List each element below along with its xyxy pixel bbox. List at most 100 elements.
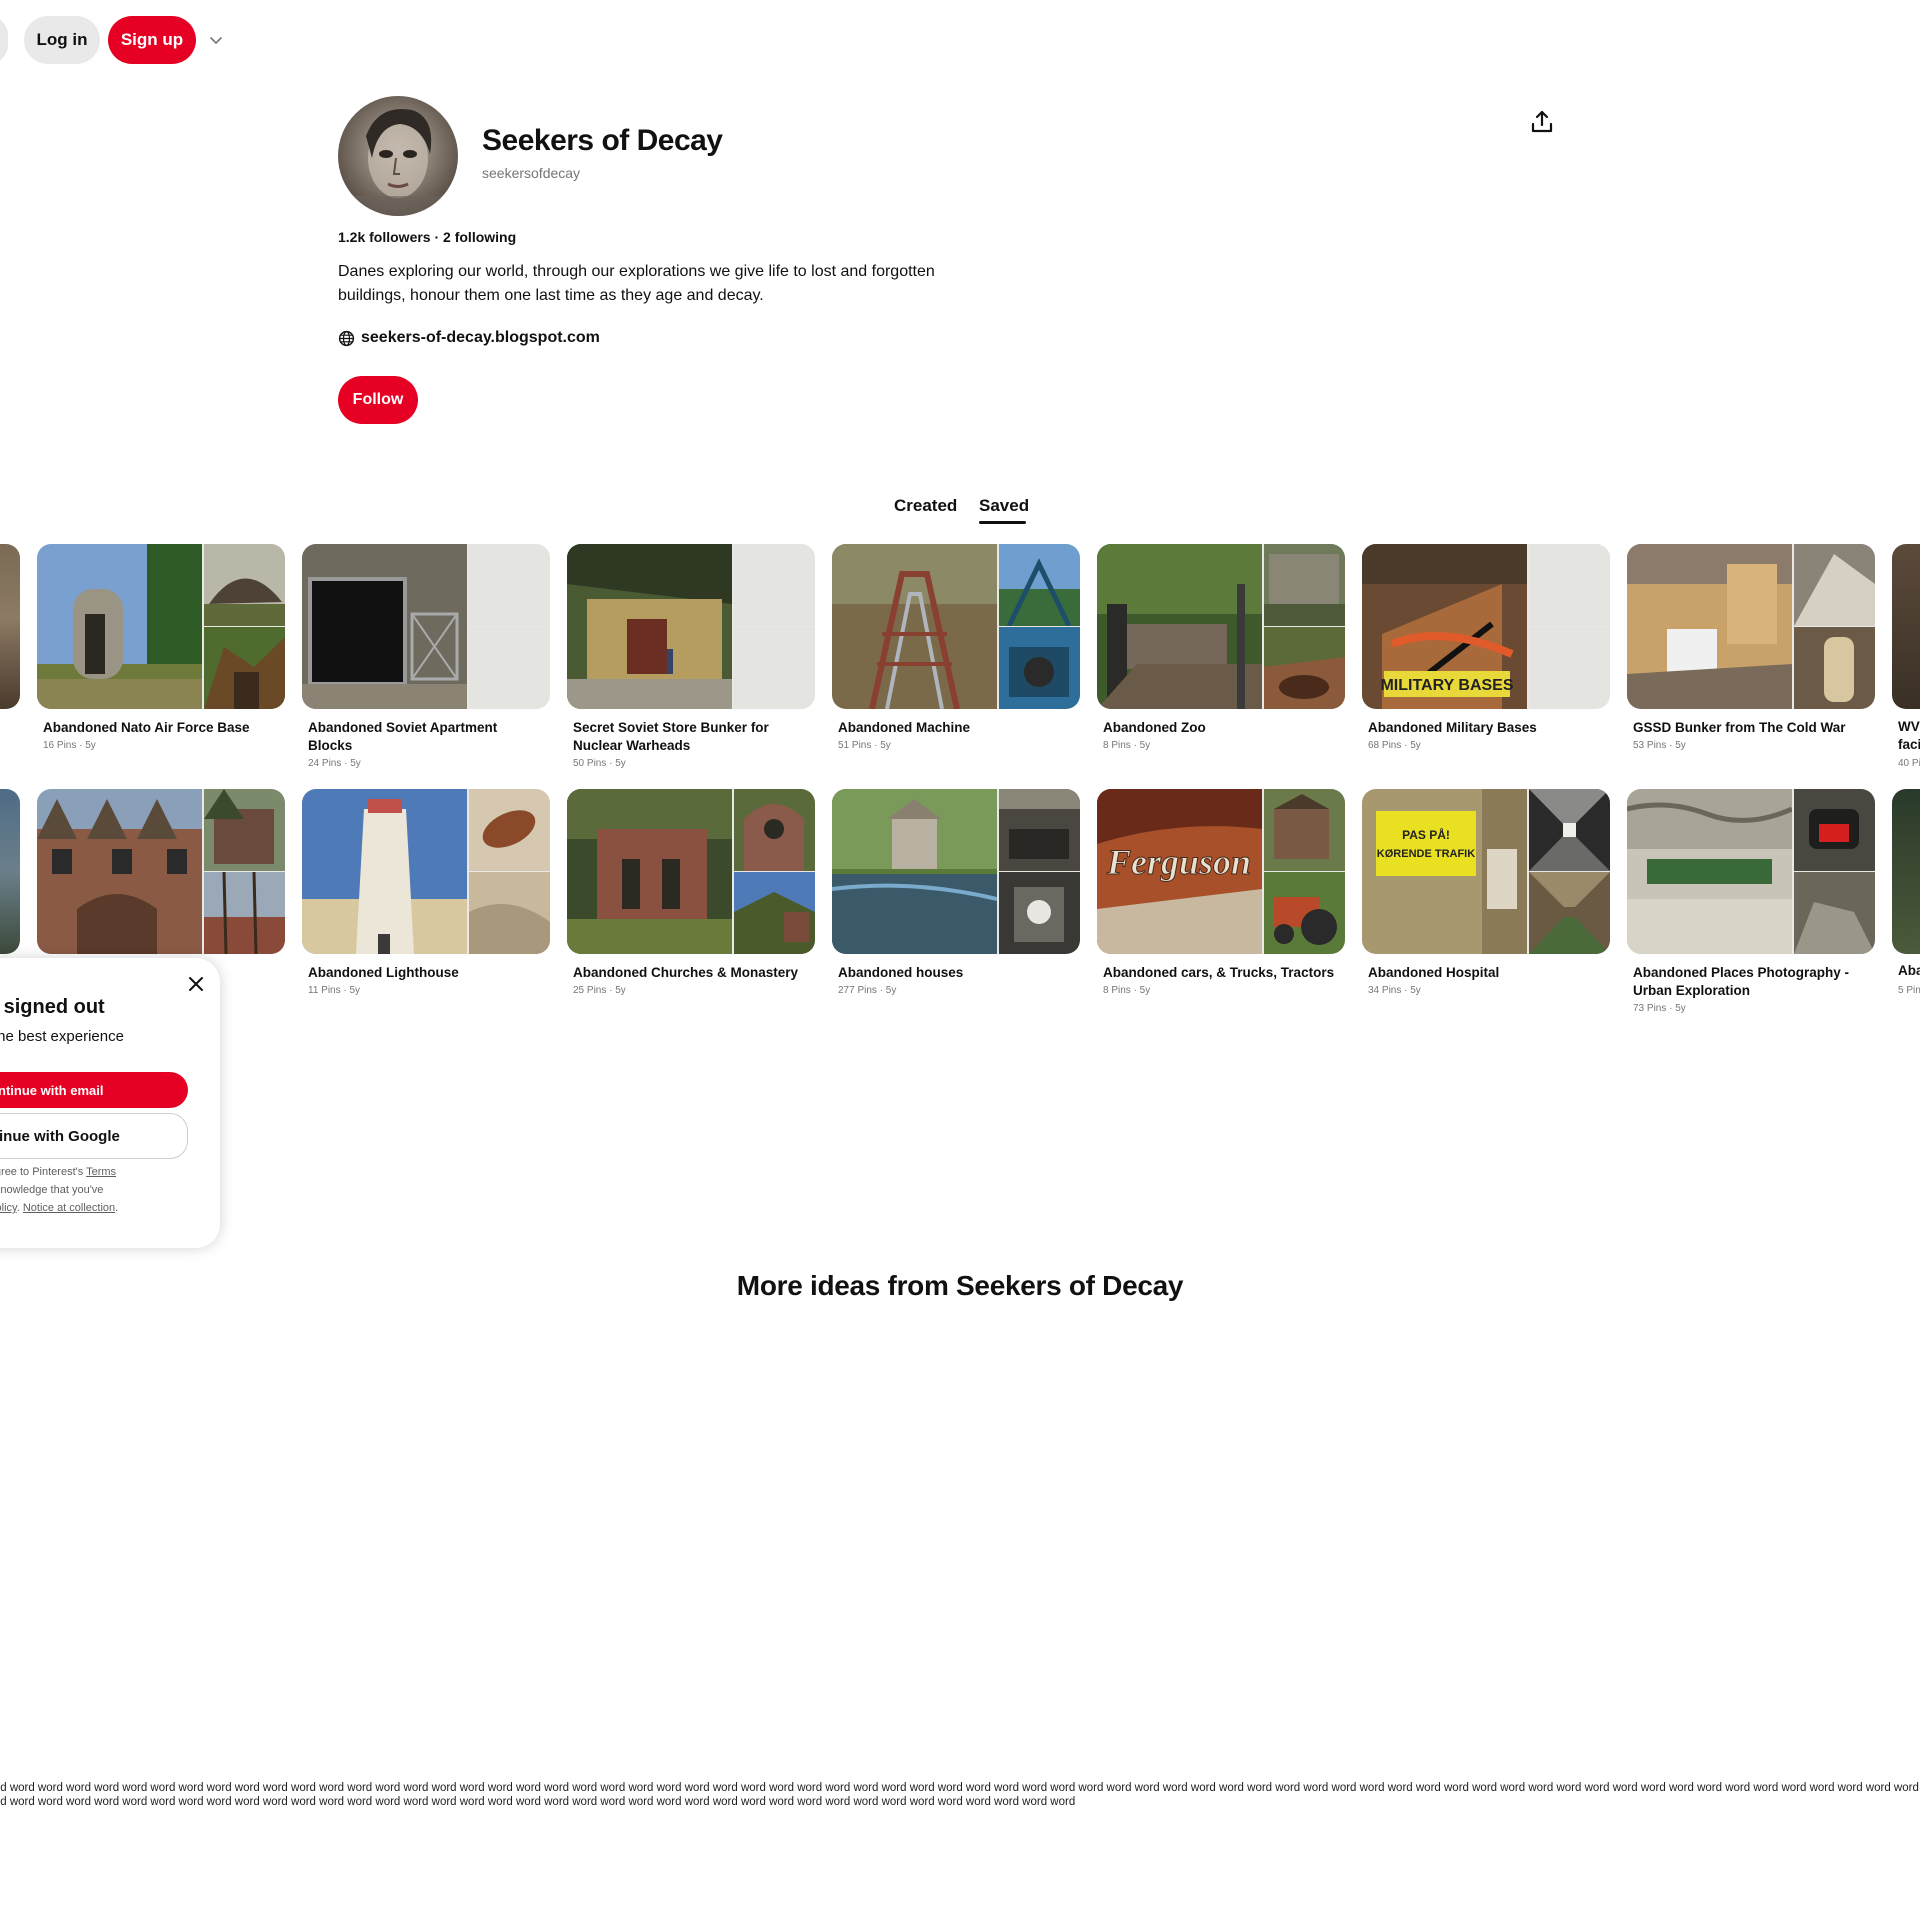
popup-subtitle: get the best experience [0, 1028, 124, 1045]
header-partial-button[interactable] [0, 16, 8, 64]
board-title: Abandoned Nato Air Force Base [43, 720, 250, 735]
continue-with-email-button[interactable]: ntinue with email [0, 1072, 188, 1108]
board-card[interactable]: Abandoned houses 277 Pins · 5y [832, 789, 1080, 996]
avatar [338, 96, 458, 216]
board-cover-main-image [302, 544, 467, 709]
board-card[interactable]: Abandoned Nato Air Force Base 16 Pins · … [37, 544, 285, 751]
continue-with-google-button[interactable]: inue with Google [0, 1113, 188, 1159]
board-card[interactable]: Abandoned Churches & Monastery 25 Pins ·… [567, 789, 815, 996]
board-cover-empty-slot [734, 627, 815, 709]
chevron-down-icon[interactable] [206, 30, 226, 50]
legal-text: you agree to Pinterest's [0, 1166, 84, 1178]
partial-board-left-row1[interactable] [0, 544, 20, 709]
board-title: Abandoned Soviet Apartment Blocks [308, 720, 498, 753]
board-cover-empty-slot [469, 627, 550, 709]
board-card[interactable] [37, 789, 285, 964]
board-card[interactable]: PAS PÅ! KØRENDE TRAFIK Abandoned Hospita… [1362, 789, 1610, 996]
privacy-policy-link[interactable]: acy Policy [0, 1202, 17, 1214]
board-card[interactable]: Abandoned Lighthouse 11 Pins · 5y [302, 789, 550, 996]
board-cover-side-image [469, 789, 550, 871]
board-cover-side-image [999, 544, 1080, 626]
board-meta: 68 Pins · 5y [1368, 740, 1421, 751]
board-card[interactable]: Ferguson Abandoned cars, & Trucks, Tract… [1097, 789, 1345, 996]
board-cover-side-image [1794, 544, 1875, 626]
board-cover-side-image [1794, 872, 1875, 954]
board-meta: 53 Pins · 5y [1633, 740, 1686, 751]
board-card[interactable]: Abandoned Soviet Apartment Blocks 24 Pin… [302, 544, 550, 769]
tab-active-indicator [979, 521, 1026, 524]
signup-button[interactable]: Sign up [108, 16, 196, 64]
board-cover-side-image [469, 872, 550, 954]
partial-board-meta: 40 Pi [1898, 758, 1920, 769]
board-cover-side-image [1264, 872, 1345, 954]
board-cover-side-image [999, 872, 1080, 954]
follower-stats[interactable]: 1.2k followers · 2 following [338, 229, 516, 245]
board-cover-side-image [734, 872, 815, 954]
board-meta: 50 Pins · 5y [573, 758, 626, 769]
close-icon[interactable] [186, 974, 206, 994]
military-sign-text: MILITARY BASES [1380, 677, 1513, 694]
board-cover-side-image [204, 627, 285, 709]
board-cover: MILITARY BASES [1362, 544, 1610, 709]
terms-link[interactable]: Terms [86, 1166, 116, 1178]
tab-saved[interactable]: Saved [979, 496, 1029, 516]
board-card[interactable]: Abandoned Places Photography - Urban Exp… [1627, 789, 1875, 1014]
board-cover [37, 544, 285, 709]
partial-board-left-row2[interactable] [0, 789, 20, 954]
board-title: Abandoned Churches & Monastery [573, 965, 799, 980]
board-cover [302, 789, 550, 954]
board-cover-side-image [1794, 627, 1875, 709]
board-cover-main-image: Ferguson [1097, 789, 1262, 954]
board-meta: 25 Pins · 5y [573, 985, 626, 996]
board-card[interactable]: Abandoned Zoo 8 Pins · 5y [1097, 544, 1345, 751]
board-cover-main-image [1097, 544, 1262, 709]
board-cover-empty-slot [1529, 627, 1610, 709]
board-cover: PAS PÅ! KØRENDE TRAFIK [1362, 789, 1610, 954]
board-title: Abandoned cars, & Trucks, Tractors [1103, 965, 1335, 980]
board-cover-main-image [832, 544, 997, 709]
board-card[interactable]: Abandoned Machine 51 Pins · 5y [832, 544, 1080, 751]
board-cover-main-image [37, 789, 202, 954]
notice-at-collection-link[interactable]: Notice at collection [23, 1202, 115, 1214]
board-meta: 8 Pins · 5y [1103, 985, 1151, 996]
board-cover-side-image [999, 627, 1080, 709]
board-meta: 34 Pins · 5y [1368, 985, 1421, 996]
hospital-sign-text: PAS PÅ! [1402, 827, 1450, 842]
board-cover-main-image: PAS PÅ! KØRENDE TRAFIK [1362, 789, 1527, 954]
board-cover-side-image [1264, 627, 1345, 709]
board-title: Abandoned Places Photography - Urban Exp… [1633, 965, 1850, 998]
profile-handle: seekersofdecay [482, 165, 581, 181]
board-cover [567, 544, 815, 709]
board-cover-side-image [204, 544, 285, 626]
legal-text: nd acknowledge that you've [0, 1184, 104, 1196]
partial-board-title: faci [1898, 737, 1920, 752]
login-button[interactable]: Log in [24, 16, 100, 64]
partial-board-title: Aba [1898, 963, 1920, 978]
share-button[interactable] [1522, 102, 1562, 142]
board-meta: 51 Pins · 5y [838, 740, 891, 751]
tab-created[interactable]: Created [894, 496, 957, 516]
board-cover-main-image [1627, 544, 1792, 709]
board-card[interactable]: Secret Soviet Store Bunker for Nuclear W… [567, 544, 815, 769]
ferguson-logo-text: Ferguson [1106, 842, 1251, 882]
board-card[interactable]: MILITARY BASES Abandoned Military Bases … [1362, 544, 1610, 751]
board-meta: 24 Pins · 5y [308, 758, 361, 769]
profile-website-link[interactable]: seekers-of-decay.blogspot.com [338, 329, 600, 347]
hospital-sign-text: KØRENDE TRAFIK [1377, 848, 1475, 860]
board-cover-empty-slot [734, 544, 815, 626]
board-card[interactable]: GSSD Bunker from The Cold War 53 Pins · … [1627, 544, 1875, 751]
board-meta: 8 Pins · 5y [1103, 740, 1151, 751]
board-cover-empty-slot [469, 544, 550, 626]
board-cover-main-image [567, 544, 732, 709]
board-title: Abandoned Lighthouse [308, 965, 459, 980]
board-cover [1627, 789, 1875, 954]
board-cover-side-image [1529, 872, 1610, 954]
partial-board-right-row2[interactable] [1892, 789, 1920, 954]
board-cover-side-image [204, 789, 285, 871]
board-cover-side-image [734, 789, 815, 871]
board-cover [567, 789, 815, 954]
follow-button[interactable]: Follow [338, 376, 418, 424]
board-cover-empty-slot [1529, 544, 1610, 626]
signed-out-popup: are signed out get the best experience n… [0, 958, 220, 1248]
partial-board-right-row1[interactable] [1892, 544, 1920, 709]
